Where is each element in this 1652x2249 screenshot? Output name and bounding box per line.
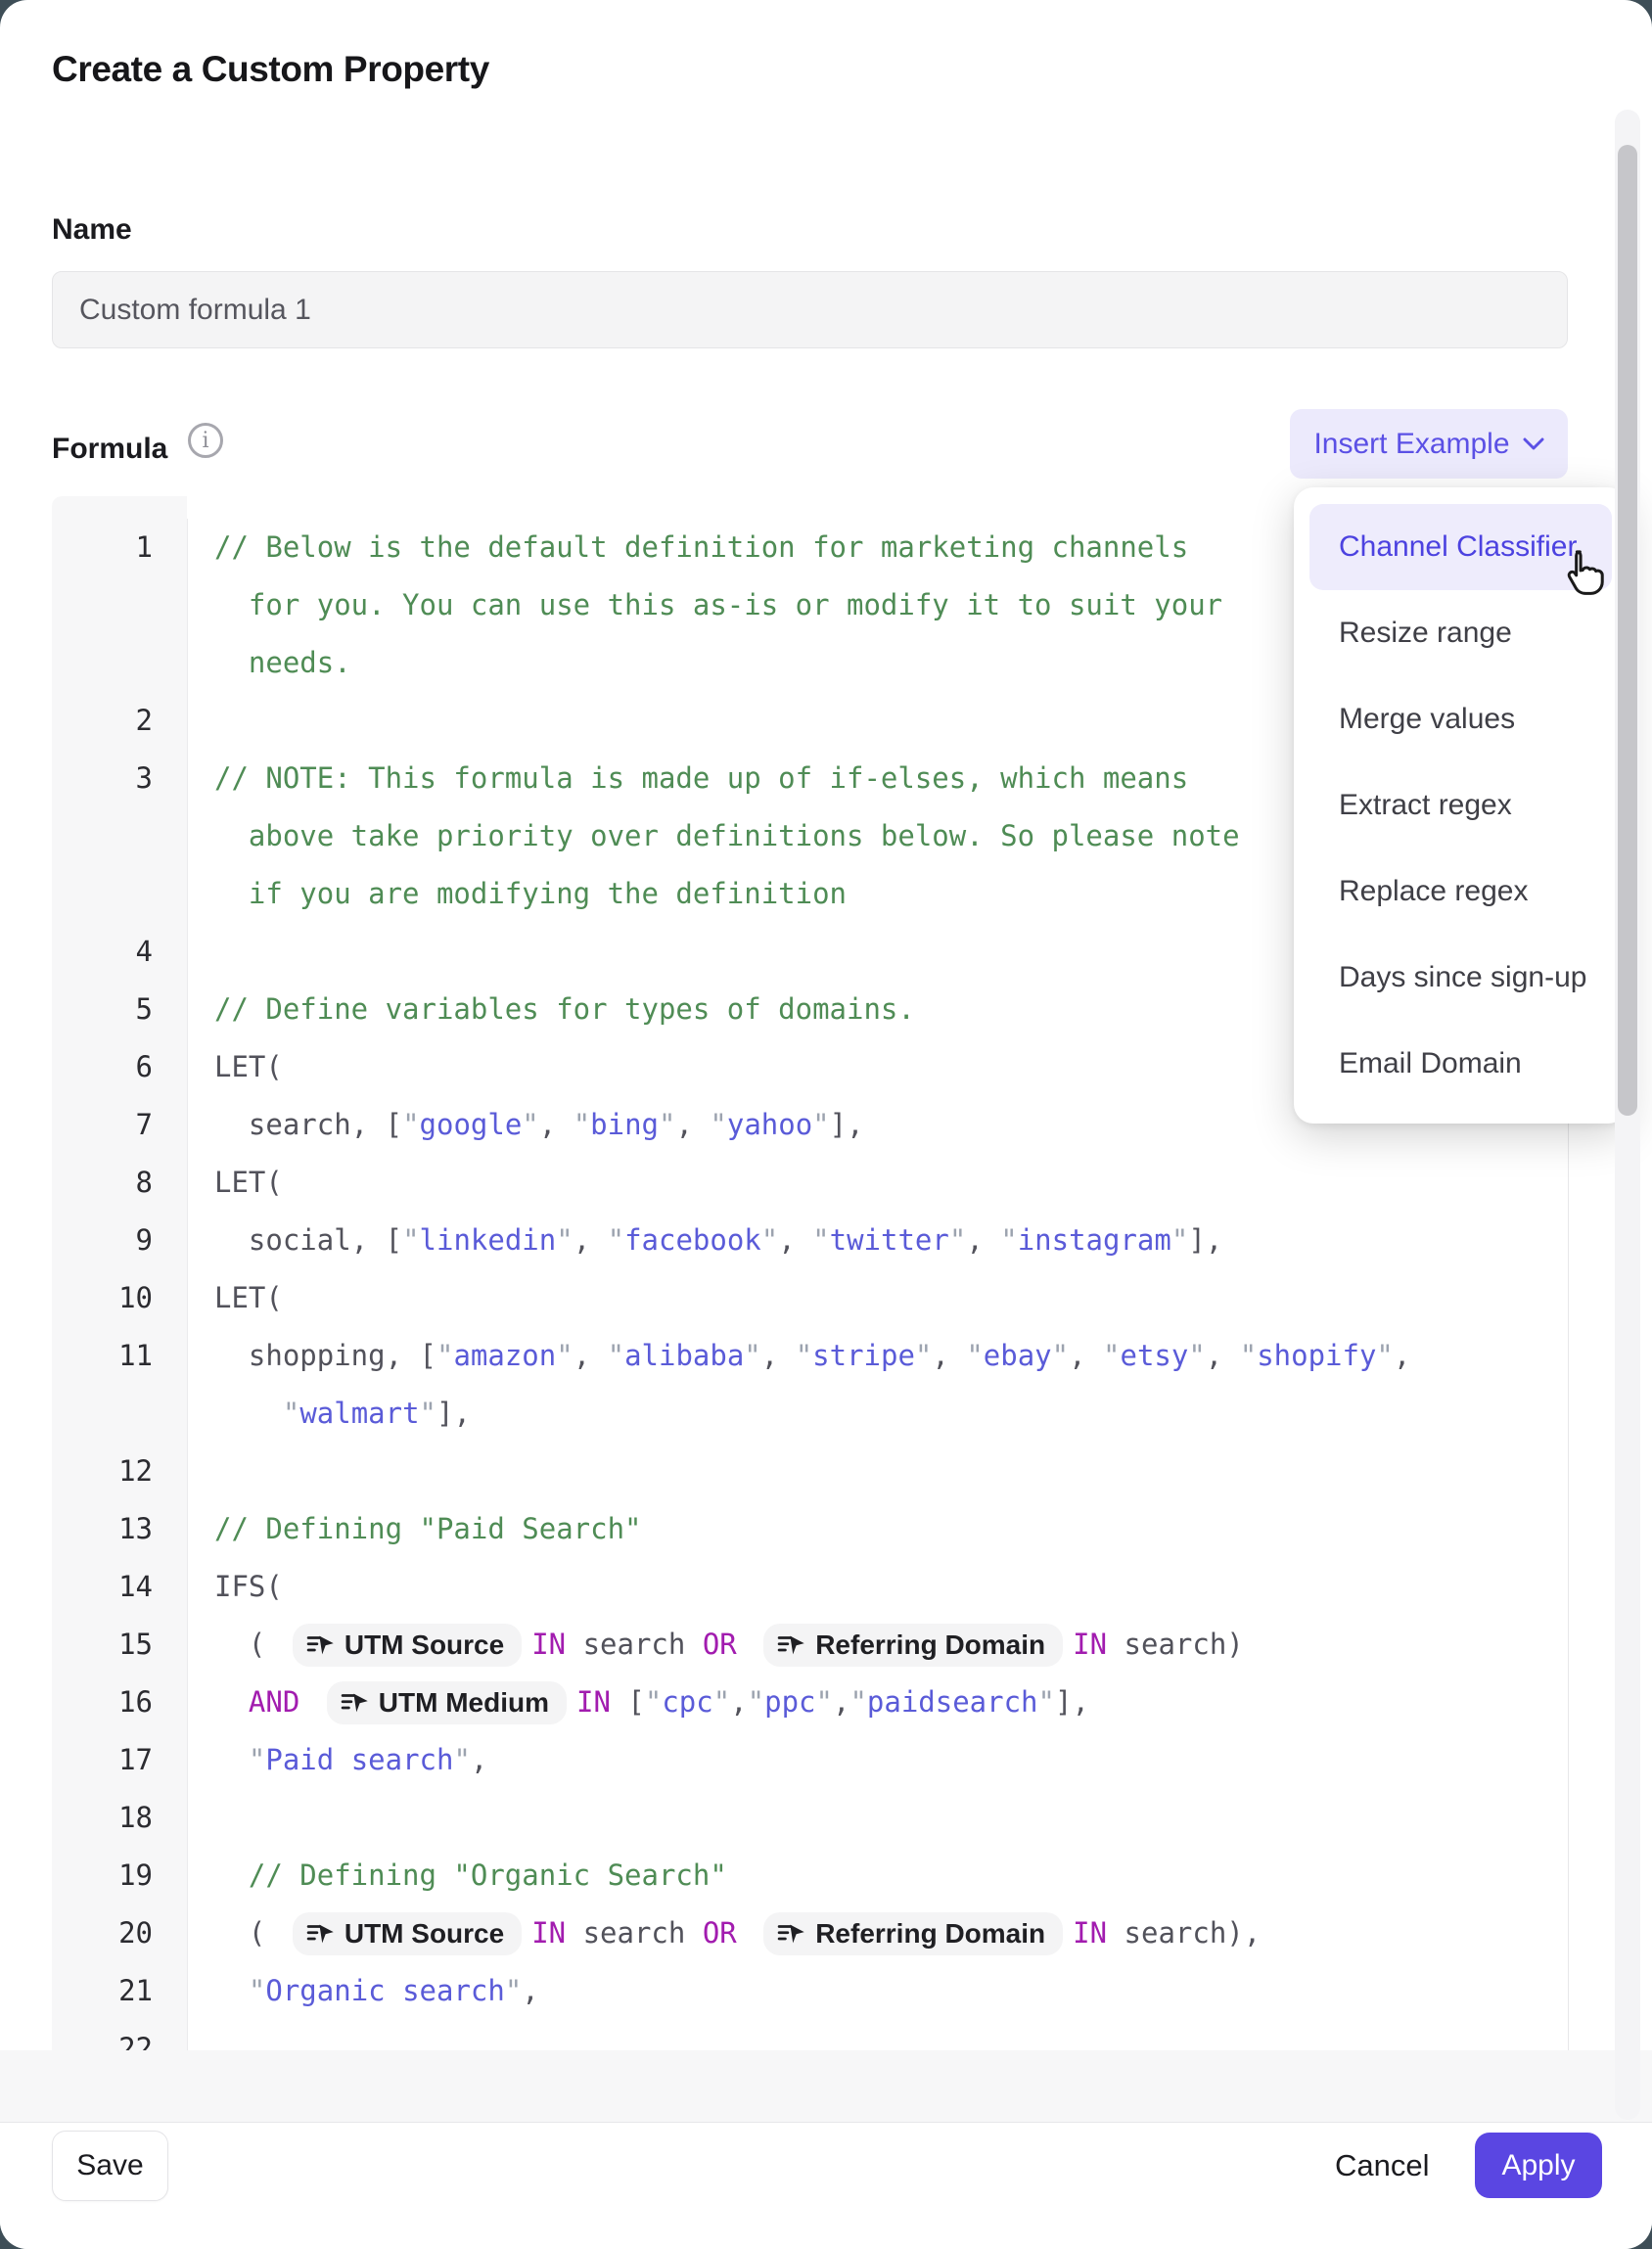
code-text: [187, 1789, 1568, 1847]
token-chip-utm-source[interactable]: UTM Source: [293, 1624, 522, 1667]
line-number: [52, 1385, 187, 1443]
field-token-icon: [776, 1919, 805, 1949]
menu-item-channel-classifier[interactable]: Channel Classifier: [1309, 504, 1612, 590]
line-number: 7: [52, 1096, 187, 1154]
code-line[interactable]: 9 social, ["linkedin", "facebook", "twit…: [52, 1212, 1568, 1269]
code-text: ( UTM SourceIN search OR Referring Domai…: [187, 1616, 1568, 1674]
menu-item-merge-values[interactable]: Merge values: [1309, 676, 1612, 762]
menu-item-days-since-sign-up[interactable]: Days since sign-up: [1309, 935, 1612, 1021]
page-title: Create a Custom Property: [52, 49, 489, 90]
code-text: LET(: [187, 1154, 1568, 1212]
code-line[interactable]: 22: [52, 2020, 1568, 2050]
code-text: IFS(: [187, 1558, 1568, 1616]
code-text: "Paid search",: [187, 1731, 1568, 1789]
code-line[interactable]: 10LET(: [52, 1269, 1568, 1327]
line-number: 14: [52, 1558, 187, 1616]
token-chip-label: UTM Source: [344, 1631, 504, 1659]
code-text: // Defining "Organic Search": [187, 1847, 1568, 1905]
code-text: [187, 1443, 1568, 1500]
code-line[interactable]: 15 ( UTM SourceIN search OR Referring Do…: [52, 1616, 1568, 1674]
code-text: LET(: [187, 1269, 1568, 1327]
code-line[interactable]: 16 AND UTM MediumIN ["cpc","ppc","paidse…: [52, 1674, 1568, 1731]
line-number: 1: [52, 519, 187, 576]
menu-item-replace-regex[interactable]: Replace regex: [1309, 849, 1612, 935]
code-text: AND UTM MediumIN ["cpc","ppc","paidsearc…: [187, 1674, 1568, 1731]
info-icon: i: [188, 423, 223, 458]
code-text: "walmart"],: [187, 1385, 1568, 1443]
token-chip-label: UTM Source: [344, 1920, 504, 1948]
line-number: 3: [52, 750, 187, 807]
line-number: 22: [52, 2020, 187, 2050]
menu-item-extract-regex[interactable]: Extract regex: [1309, 762, 1612, 849]
line-number: 4: [52, 923, 187, 981]
code-line[interactable]: 8LET(: [52, 1154, 1568, 1212]
line-number: [52, 576, 187, 634]
line-number: [52, 865, 187, 923]
insert-example-button[interactable]: Insert Example: [1290, 409, 1568, 479]
field-token-icon: [305, 1919, 335, 1949]
name-label: Name: [52, 213, 132, 247]
line-number: 18: [52, 1789, 187, 1847]
line-number: 12: [52, 1443, 187, 1500]
code-line[interactable]: 17 "Paid search",: [52, 1731, 1568, 1789]
line-number: 9: [52, 1212, 187, 1269]
line-number: 5: [52, 981, 187, 1038]
save-button[interactable]: Save: [52, 2131, 168, 2201]
menu-item-resize-range[interactable]: Resize range: [1309, 590, 1612, 676]
line-number: 11: [52, 1327, 187, 1385]
token-chip-referring-domain[interactable]: Referring Domain: [763, 1912, 1063, 1955]
line-number: 2: [52, 692, 187, 750]
code-line[interactable]: 14IFS(: [52, 1558, 1568, 1616]
insert-example-dropdown: Channel ClassifierResize rangeMerge valu…: [1294, 487, 1628, 1124]
apply-button[interactable]: Apply: [1475, 2133, 1602, 2198]
formula-label: Formula: [52, 433, 167, 466]
line-number: 21: [52, 1962, 187, 2020]
field-token-icon: [340, 1688, 369, 1718]
code-line[interactable]: 12: [52, 1443, 1568, 1500]
token-chip-label: UTM Medium: [379, 1689, 549, 1717]
line-number: 6: [52, 1038, 187, 1096]
line-number: 17: [52, 1731, 187, 1789]
line-number: 19: [52, 1847, 187, 1905]
field-token-icon: [305, 1630, 335, 1660]
field-token-icon: [776, 1630, 805, 1660]
line-number: 20: [52, 1905, 187, 1962]
line-number: 15: [52, 1616, 187, 1674]
menu-item-email-domain[interactable]: Email Domain: [1309, 1021, 1612, 1107]
token-chip-utm-source[interactable]: UTM Source: [293, 1912, 522, 1955]
create-custom-property-modal: Create a Custom Property Name Formula i …: [0, 0, 1652, 2249]
code-text: "Organic search",: [187, 1962, 1568, 2020]
modal-footer: Save Cancel Apply: [0, 2122, 1652, 2249]
code-text: [187, 2020, 1568, 2050]
editor-bottom-strip: [0, 2050, 1652, 2122]
token-chip-label: Referring Domain: [815, 1920, 1045, 1948]
code-text: social, ["linkedin", "facebook", "twitte…: [187, 1212, 1568, 1269]
code-line[interactable]: 18: [52, 1789, 1568, 1847]
line-number: 16: [52, 1674, 187, 1731]
line-number: [52, 807, 187, 865]
insert-example-label: Insert Example: [1313, 428, 1509, 461]
modal-scrollbar-thumb[interactable]: [1618, 145, 1637, 1116]
code-line[interactable]: 21 "Organic search",: [52, 1962, 1568, 2020]
line-number: 10: [52, 1269, 187, 1327]
code-text: shopping, ["amazon", "alibaba", "stripe"…: [187, 1327, 1568, 1385]
line-number: 8: [52, 1154, 187, 1212]
line-number: [52, 634, 187, 692]
token-chip-label: Referring Domain: [815, 1631, 1045, 1659]
name-input[interactable]: [52, 271, 1568, 348]
code-line[interactable]: 13// Defining "Paid Search": [52, 1500, 1568, 1558]
code-line[interactable]: 20 ( UTM SourceIN search OR Referring Do…: [52, 1905, 1568, 1962]
code-line[interactable]: "walmart"],: [52, 1385, 1568, 1443]
token-chip-referring-domain[interactable]: Referring Domain: [763, 1624, 1063, 1667]
modal-scrollbar-track[interactable]: [1615, 110, 1640, 2120]
token-chip-utm-medium[interactable]: UTM Medium: [327, 1681, 567, 1724]
code-text: // Defining "Paid Search": [187, 1500, 1568, 1558]
code-text: ( UTM SourceIN search OR Referring Domai…: [187, 1905, 1568, 1962]
code-line[interactable]: 11 shopping, ["amazon", "alibaba", "stri…: [52, 1327, 1568, 1385]
chevron-down-icon: [1523, 437, 1544, 450]
cancel-button[interactable]: Cancel: [1323, 2131, 1442, 2201]
line-number: 13: [52, 1500, 187, 1558]
code-line[interactable]: 19 // Defining "Organic Search": [52, 1847, 1568, 1905]
